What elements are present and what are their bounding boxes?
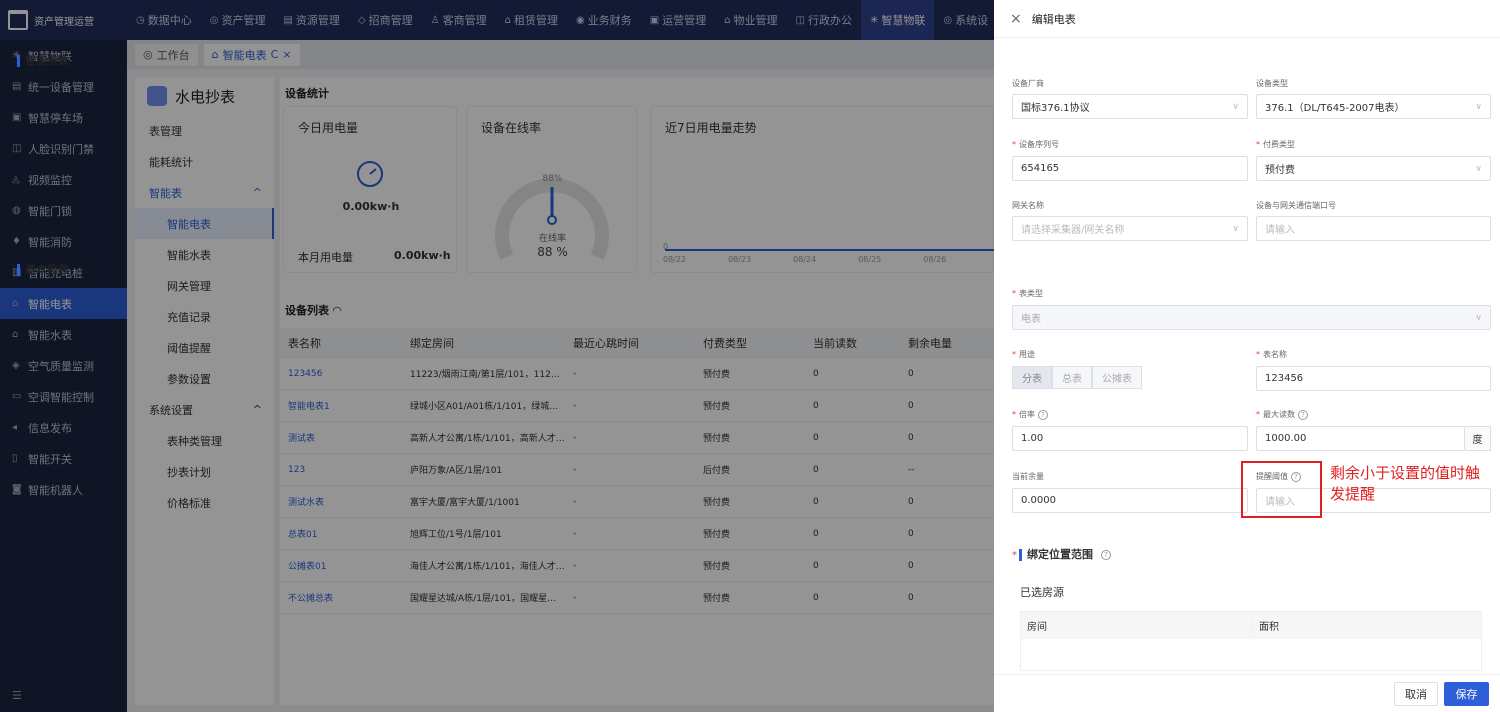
max-reading-input[interactable]: 1000.00 — [1256, 426, 1465, 451]
section-smart-params: 智能参数 — [17, 55, 69, 67]
rate-input[interactable]: 1.00 — [1012, 426, 1248, 451]
vendor-select[interactable]: 国标376.1协议 ∨ — [1012, 94, 1248, 119]
balance-label: 当前余量 — [1012, 472, 1044, 481]
room-column-header: 房间 — [1027, 622, 1047, 633]
annotation-text: 剩余小于设置的值时触发提醒 — [1330, 464, 1481, 503]
usage-option[interactable]: 分表 — [1012, 366, 1052, 389]
port-label: 设备与网关通信端口号 — [1256, 201, 1336, 210]
bind-range-title: * 绑定位置范围 ? — [1012, 549, 1111, 561]
balance-input[interactable]: 0.0000 — [1012, 488, 1248, 513]
save-button[interactable]: 保存 — [1444, 682, 1489, 706]
room-table: 房间 面积 — [1020, 611, 1482, 671]
chevron-down-icon: ∨ — [1475, 101, 1482, 112]
meter-name-input[interactable]: 123456 — [1256, 366, 1491, 391]
chevron-down-icon: ∨ — [1232, 223, 1239, 234]
chevron-down-icon: ∨ — [1475, 312, 1482, 323]
device-type-label: 设备类型 — [1256, 79, 1288, 88]
max-reading-label: * 最大读数? — [1256, 409, 1308, 420]
annotation-highlight-box — [1241, 461, 1322, 518]
gateway-label: 网关名称 — [1012, 201, 1044, 210]
pay-type-label: * 付费类型 — [1256, 140, 1295, 149]
section-basic-info: 基本信息 — [17, 264, 69, 276]
required-mark: * — [1012, 549, 1017, 561]
meter-type-label: * 表类型 — [1012, 289, 1043, 298]
question-icon[interactable]: ? — [1038, 410, 1048, 420]
meter-type-select: 电表 ∨ — [1012, 305, 1491, 330]
max-reading-unit: 度 — [1465, 426, 1491, 451]
usage-label: * 用途 — [1012, 350, 1035, 359]
area-column-header: 面积 — [1252, 618, 1279, 633]
drawer-header: × 编辑电表 — [994, 0, 1500, 38]
close-icon[interactable]: × — [1010, 11, 1022, 27]
room-table-header: 房间 面积 — [1021, 612, 1481, 639]
serial-input[interactable]: 654165 — [1012, 156, 1248, 181]
port-input[interactable]: 请输入 — [1256, 216, 1491, 241]
selected-rooms-label: 已选房源 — [1020, 586, 1064, 599]
gateway-select[interactable]: 请选择采集器/网关名称 ∨ — [1012, 216, 1248, 241]
rate-label: * 倍率? — [1012, 409, 1048, 420]
pay-type-select[interactable]: 预付费 ∨ — [1256, 156, 1491, 181]
question-icon[interactable]: ? — [1298, 410, 1308, 420]
modal-mask[interactable] — [0, 0, 994, 712]
usage-segmented: 分表 总表 公摊表 — [1012, 366, 1142, 389]
question-icon[interactable]: ? — [1101, 550, 1111, 560]
chevron-down-icon: ∨ — [1475, 163, 1482, 174]
drawer-title: 编辑电表 — [1031, 12, 1076, 26]
usage-option[interactable]: 总表 — [1052, 366, 1092, 389]
usage-option[interactable]: 公摊表 — [1092, 366, 1142, 389]
device-type-select[interactable]: 376.1（DL/T645-2007电表） ∨ — [1256, 94, 1491, 119]
serial-label: * 设备序列号 — [1012, 140, 1059, 149]
vendor-label: 设备厂商 — [1012, 79, 1044, 88]
chevron-down-icon: ∨ — [1232, 101, 1239, 112]
meter-name-label: * 表名称 — [1256, 350, 1287, 359]
cancel-button[interactable]: 取消 — [1394, 682, 1438, 706]
